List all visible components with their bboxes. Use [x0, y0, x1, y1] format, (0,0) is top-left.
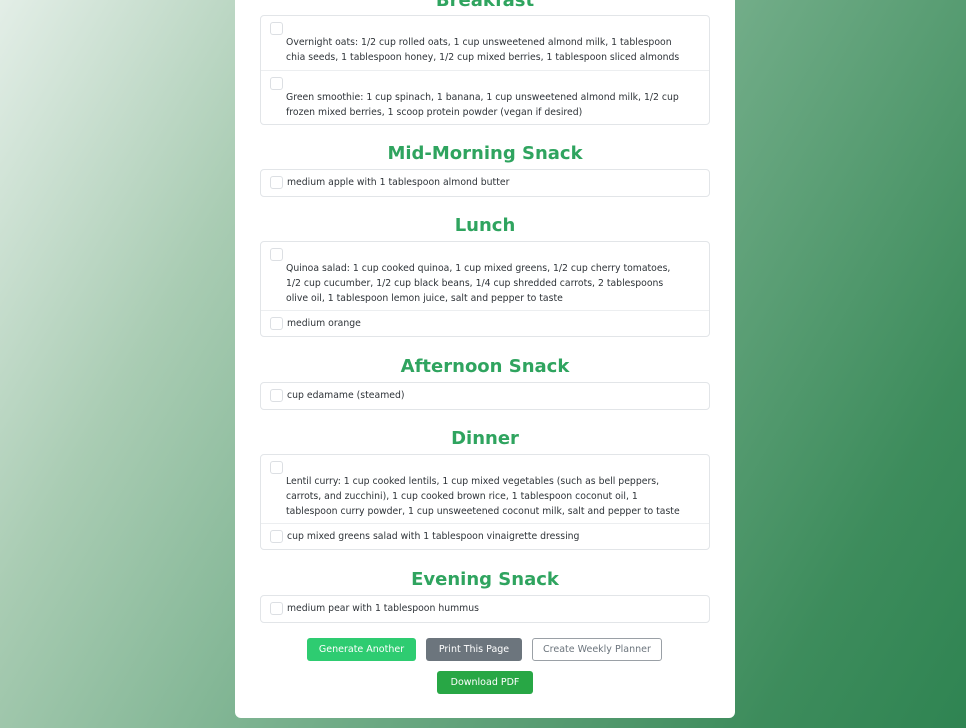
section-title-breakfast: Breakfast — [435, 0, 535, 11]
meal-list-mid-morning-snack: medium apple with 1 tablespoon almond bu… — [260, 169, 710, 197]
meal-item: Lentil curry: 1 cup cooked lentils, 1 cu… — [261, 455, 709, 523]
create-weekly-planner-button[interactable]: Create Weekly Planner — [532, 638, 662, 661]
meal-item-text: Lentil curry: 1 cup cooked lentils, 1 cu… — [286, 476, 680, 517]
print-page-button[interactable]: Print This Page — [426, 638, 522, 661]
section-title-mid-morning-snack: Mid-Morning Snack — [387, 143, 583, 164]
meal-checkbox[interactable] — [270, 248, 283, 261]
meal-item: medium apple with 1 tablespoon almond bu… — [261, 170, 709, 196]
meal-item-text: Quinoa salad: 1 cup cooked quinoa, 1 cup… — [286, 263, 671, 304]
meal-item-text: medium apple with 1 tablespoon almond bu… — [287, 177, 510, 188]
meal-list-afternoon-snack: cup edamame (steamed) — [260, 382, 710, 410]
section-title-evening-snack: Evening Snack — [411, 569, 559, 590]
section-title-dinner: Dinner — [451, 428, 519, 449]
meal-list-evening-snack: medium pear with 1 tablespoon hummus — [260, 595, 710, 623]
meal-item: Green smoothie: 1 cup spinach, 1 banana,… — [261, 70, 709, 124]
meal-item: Quinoa salad: 1 cup cooked quinoa, 1 cup… — [261, 242, 709, 310]
meal-item: Overnight oats: 1/2 cup rolled oats, 1 c… — [261, 16, 709, 70]
meal-item: cup mixed greens salad with 1 tablespoon… — [261, 523, 709, 549]
meal-item-text: Overnight oats: 1/2 cup rolled oats, 1 c… — [286, 37, 680, 63]
meal-item: medium pear with 1 tablespoon hummus — [261, 596, 709, 622]
download-pdf-button[interactable]: Download PDF — [437, 671, 533, 694]
meal-item-text: cup mixed greens salad with 1 tablespoon… — [287, 531, 580, 542]
meal-item-text: cup edamame (steamed) — [287, 390, 405, 401]
meal-list-lunch: Quinoa salad: 1 cup cooked quinoa, 1 cup… — [260, 241, 710, 337]
meal-list-dinner: Lentil curry: 1 cup cooked lentils, 1 cu… — [260, 454, 710, 550]
meal-checkbox[interactable] — [270, 389, 283, 402]
section-title-afternoon-snack: Afternoon Snack — [400, 356, 570, 377]
meal-item-text: medium pear with 1 tablespoon hummus — [287, 603, 479, 614]
meal-checkbox[interactable] — [270, 176, 283, 189]
meal-checkbox[interactable] — [270, 530, 283, 543]
meal-item-text: medium orange — [287, 318, 361, 329]
meal-checkbox[interactable] — [270, 602, 283, 615]
meal-checkbox[interactable] — [270, 77, 283, 90]
generate-another-button[interactable]: Generate Another — [307, 638, 416, 661]
section-title-lunch: Lunch — [454, 215, 516, 236]
meal-checkbox[interactable] — [270, 22, 283, 35]
meal-item-text: Green smoothie: 1 cup spinach, 1 banana,… — [286, 92, 679, 118]
meal-plan-card: Breakfast Overnight oats: 1/2 cup rolled… — [235, 0, 735, 718]
meal-list-breakfast: Overnight oats: 1/2 cup rolled oats, 1 c… — [260, 15, 710, 125]
meal-item: cup edamame (steamed) — [261, 383, 709, 409]
meal-checkbox[interactable] — [270, 317, 283, 330]
meal-checkbox[interactable] — [270, 461, 283, 474]
meal-item: medium orange — [261, 310, 709, 336]
